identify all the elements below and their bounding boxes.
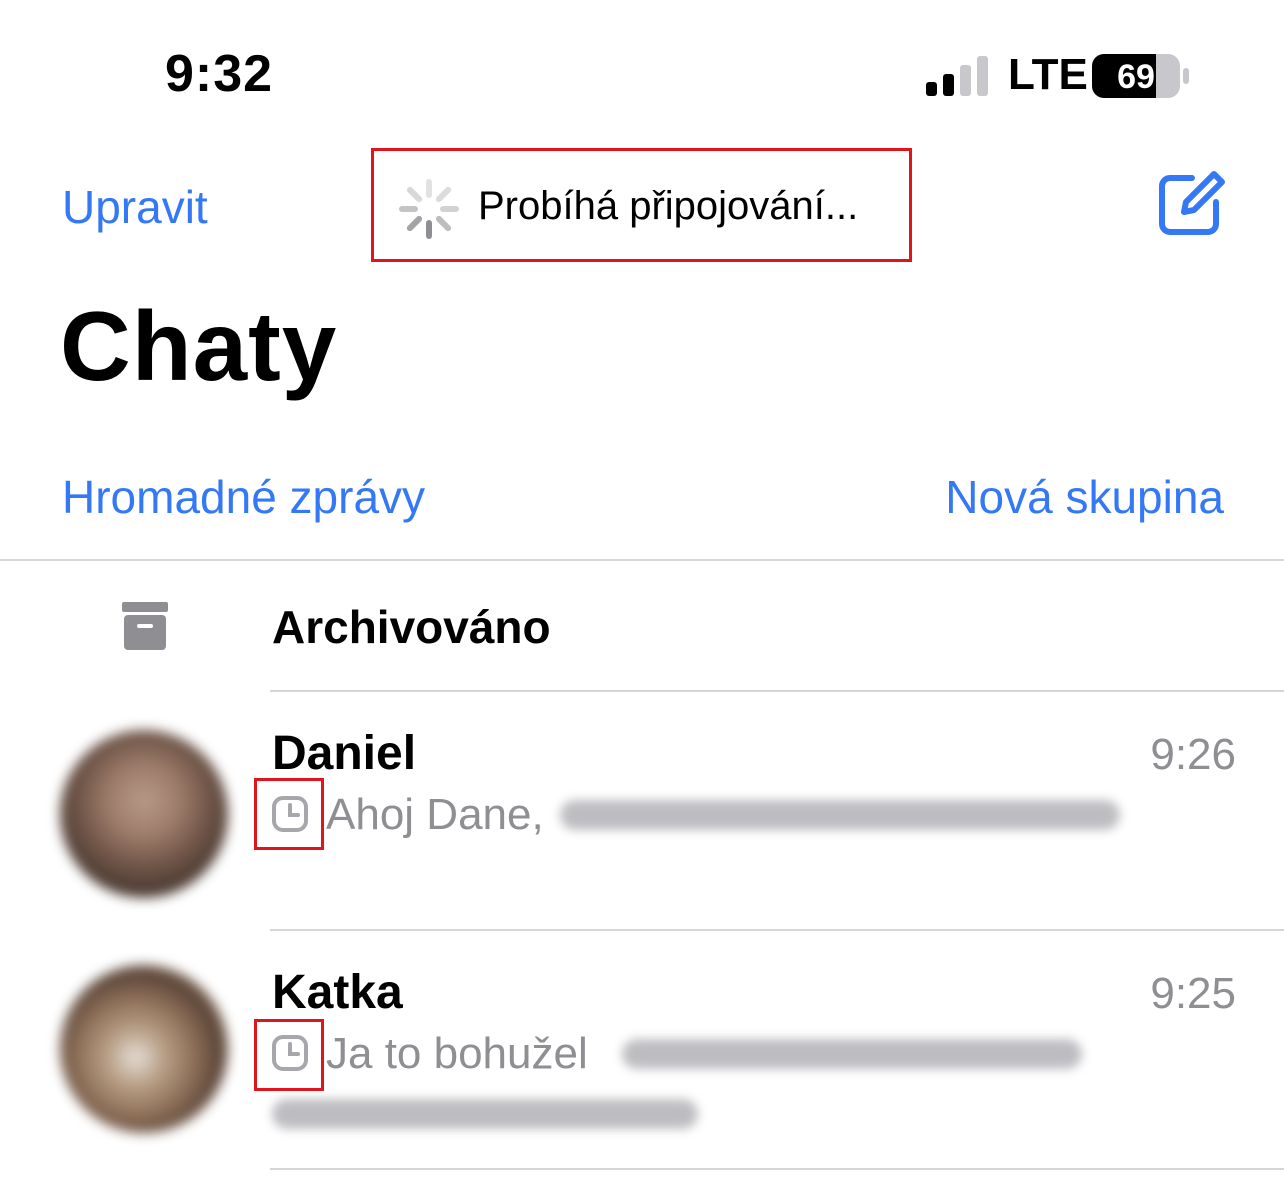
redacted-text	[622, 1039, 1082, 1069]
redacted-text	[272, 1099, 698, 1129]
avatar	[60, 730, 228, 898]
network-type: LTE	[1008, 50, 1088, 99]
chat-row-daniel[interactable]: Daniel 9:26 Ahoj Dane,	[0, 692, 1284, 928]
edit-button[interactable]: Upravit	[62, 180, 208, 234]
clock-icon	[272, 796, 308, 832]
status-time: 9:32	[165, 45, 274, 103]
cellular-signal-icon	[926, 56, 988, 96]
divider	[270, 1168, 1284, 1170]
new-group-button[interactable]: Nová skupina	[945, 470, 1224, 524]
connecting-status: Probíhá připojování...	[478, 184, 859, 228]
archived-row[interactable]: Archivováno	[0, 562, 1284, 690]
chat-time: 9:25	[1150, 969, 1236, 1018]
archived-label: Archivováno	[272, 601, 551, 653]
chat-name: Katka	[272, 966, 403, 1019]
chat-row-katka[interactable]: Katka 9:25 Ja to bohužel	[0, 931, 1284, 1167]
broadcast-lists-button[interactable]: Hromadné zprávy	[62, 470, 425, 524]
chat-time: 9:26	[1150, 730, 1236, 779]
archive-box-icon	[122, 602, 168, 650]
battery-icon: 69	[1092, 54, 1189, 98]
clock-icon	[272, 1035, 308, 1071]
redacted-text	[560, 800, 1120, 830]
loading-spinner-icon	[399, 179, 459, 239]
battery-level: 69	[1117, 58, 1155, 96]
chat-preview: Ja to bohužel	[326, 1029, 588, 1078]
page-title: Chaty	[60, 291, 338, 401]
chat-name: Daniel	[272, 727, 417, 780]
avatar	[60, 965, 228, 1133]
chat-preview: Ahoj Dane,	[326, 790, 544, 839]
divider	[0, 559, 1284, 561]
compose-icon[interactable]	[1156, 168, 1226, 238]
